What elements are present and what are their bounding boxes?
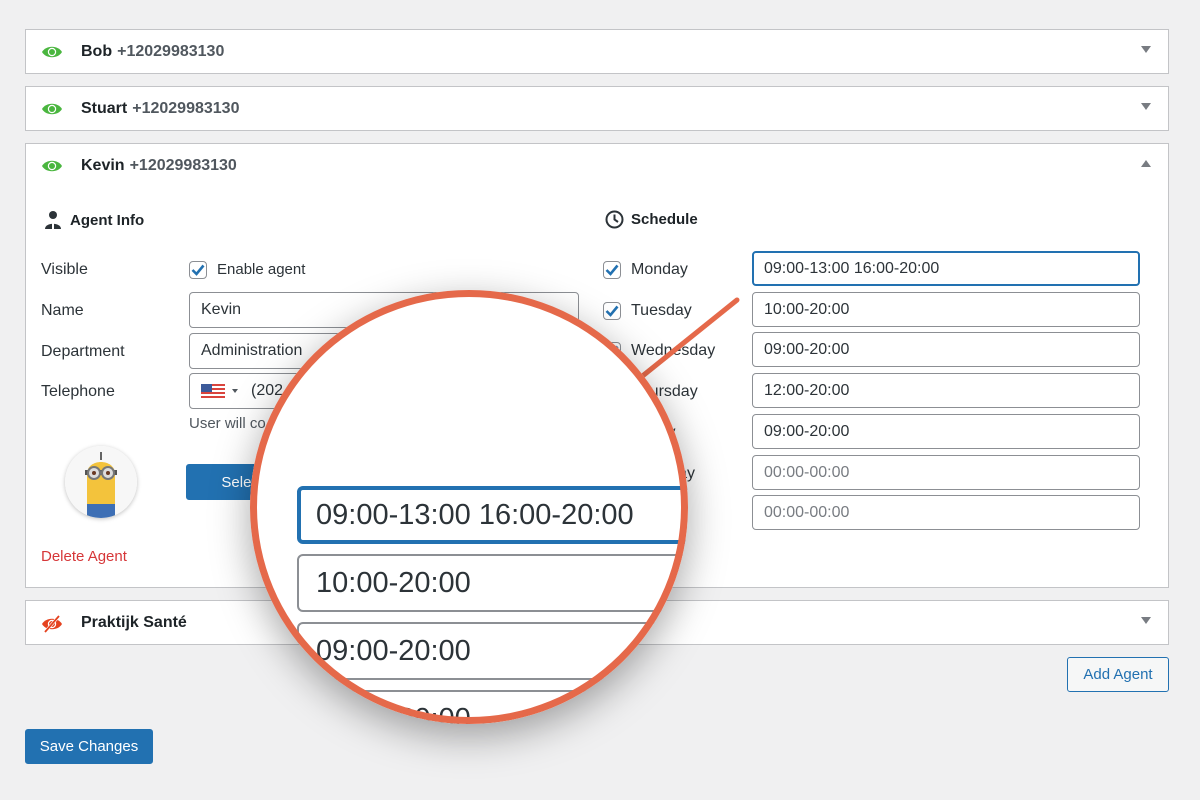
department-label: Department (41, 343, 125, 360)
schedule-input-saturday[interactable]: 00:00-00:00 (752, 455, 1140, 490)
expand-arrow-icon[interactable] (1141, 617, 1151, 624)
checkmark-icon (191, 264, 205, 276)
name-label: Name (41, 302, 84, 319)
eye-visible-icon[interactable] (41, 158, 63, 174)
telephone-helper-text: User will co (189, 415, 266, 432)
agent-name: Praktijk Santé (81, 613, 187, 631)
agent-panel-header[interactable]: Bob +12029983130 (26, 30, 1168, 73)
schedule-input-tuesday[interactable]: 10:00-20:00 (752, 292, 1140, 327)
eye-hidden-icon[interactable] (41, 614, 63, 633)
eye-visible-icon[interactable] (41, 44, 63, 60)
expand-arrow-icon[interactable] (1141, 103, 1151, 110)
schedule-input-sunday[interactable]: 00:00-00:00 (752, 495, 1140, 530)
telephone-label: Telephone (41, 383, 115, 400)
day-label: Monday (631, 261, 688, 278)
agent-phone: +12029983130 (132, 99, 240, 117)
schedule-input-wednesday[interactable]: 09:00-20:00 (752, 332, 1140, 367)
clock-icon (605, 210, 624, 229)
agent-avatar (65, 446, 137, 518)
day-checkbox-tuesday[interactable] (603, 302, 621, 320)
chevron-down-icon (232, 389, 238, 393)
day-label: Wednesday (631, 342, 716, 359)
schedule-input-monday[interactable]: 09:00-13:00 16:00-20:00 (752, 251, 1140, 286)
agent-panel-header[interactable]: Kevin +12029983130 (26, 144, 1168, 187)
schedule-input-friday[interactable]: 09:00-20:00 (752, 414, 1140, 449)
day-checkbox-monday[interactable] (603, 261, 621, 279)
agent-panel-header[interactable]: Stuart +12029983130 (26, 87, 1168, 130)
agent-name: Stuart (81, 99, 128, 117)
agent-phone: +12029983130 (129, 156, 237, 174)
expand-arrow-icon[interactable] (1141, 46, 1151, 53)
enable-agent-label: Enable agent (217, 261, 306, 278)
magnified-tuesday-input: 10:00-20:00 (297, 554, 688, 612)
country-selector[interactable] (201, 384, 238, 398)
agent-name: Bob (81, 42, 113, 60)
agent-name: Kevin (81, 156, 125, 174)
magnified-thursday-input: 09:00-20:00 (297, 690, 688, 724)
agent-phone: +12029983130 (117, 42, 225, 60)
save-changes-button[interactable]: Save Changes (25, 729, 153, 764)
magnified-monday-input: 09:00-13:00 16:00-20:00 (297, 486, 688, 544)
schedule-input-thursday[interactable]: 12:00-20:00 (752, 373, 1140, 408)
agent-info-heading: Agent Info (43, 210, 144, 230)
checkmark-icon (605, 305, 619, 317)
enable-agent-checkbox[interactable] (189, 261, 207, 279)
user-icon (45, 211, 61, 229)
checkmark-icon (605, 264, 619, 276)
agent-panel-stuart: Stuart +12029983130 (25, 86, 1169, 131)
schedule-heading: Schedule (605, 210, 698, 229)
add-agent-button[interactable]: Add Agent (1067, 657, 1169, 692)
day-label: Tuesday (631, 302, 692, 319)
us-flag-icon (201, 384, 225, 398)
visible-label: Visible (41, 261, 88, 278)
agent-panel-bob: Bob +12029983130 (25, 29, 1169, 74)
eye-visible-icon[interactable] (41, 101, 63, 117)
magnified-wednesday-input: 09:00-20:00 (297, 622, 688, 680)
delete-agent-link[interactable]: Delete Agent (41, 548, 127, 565)
collapse-arrow-icon[interactable] (1141, 160, 1151, 167)
magnifier-overlay: 09:00-13:00 16:00-20:00 10:00-20:00 09:0… (250, 290, 688, 724)
telephone-value: (202 (251, 382, 284, 399)
